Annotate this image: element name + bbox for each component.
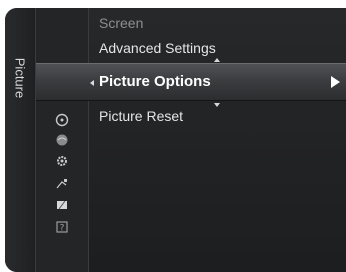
menu-item-screen[interactable]: Screen: [99, 15, 143, 31]
input-icon[interactable]: [55, 198, 69, 212]
menu-frame: Picture ? Screen Advanced Settings Pictu…: [5, 8, 346, 272]
menu-item-picture-options[interactable]: Picture Options: [36, 63, 346, 101]
options-menu: Screen Advanced Settings Picture Options…: [36, 8, 346, 272]
satellite-icon[interactable]: [55, 176, 69, 190]
right-arrow-icon: [331, 76, 340, 88]
circle-icon[interactable]: [55, 113, 69, 127]
tv-menu: Picture ? Screen Advanced Settings Pictu…: [0, 0, 346, 272]
svg-text:?: ?: [60, 224, 65, 234]
left-arrow-icon: [90, 80, 94, 86]
help-icon[interactable]: ?: [55, 220, 69, 234]
gear-icon[interactable]: [55, 154, 69, 168]
globe-icon[interactable]: [55, 133, 69, 147]
scroll-up-icon: [214, 58, 220, 62]
icon-column: ?: [36, 8, 89, 272]
scroll-down-icon: [214, 103, 220, 107]
menu-item-picture-reset[interactable]: Picture Reset: [99, 108, 183, 124]
selected-item-label: Picture Options: [99, 73, 211, 90]
category-label: Picture: [12, 57, 28, 99]
menu-item-advanced-settings[interactable]: Advanced Settings: [99, 40, 216, 56]
category-strip: Picture: [5, 8, 36, 272]
